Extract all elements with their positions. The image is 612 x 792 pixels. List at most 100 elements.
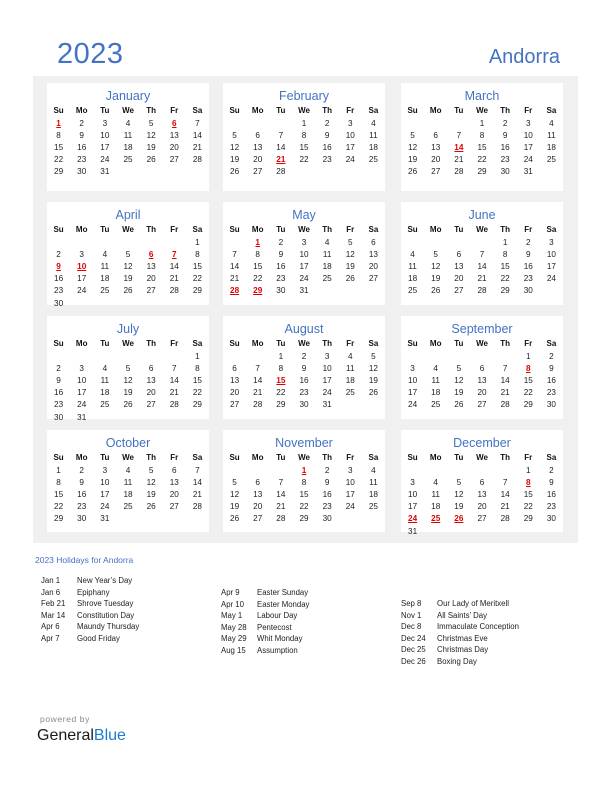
day-cell[interactable]: 4 [424, 476, 447, 488]
day-cell[interactable]: 7 [186, 117, 209, 129]
day-cell[interactable]: 14 [163, 374, 186, 386]
holiday-day-cell[interactable]: 25 [424, 513, 447, 525]
day-cell[interactable]: 28 [163, 285, 186, 297]
day-cell[interactable]: 19 [116, 273, 139, 285]
holiday-day-cell[interactable]: 1 [246, 236, 269, 248]
day-cell[interactable]: 17 [93, 141, 116, 153]
holiday-day-cell[interactable]: 7 [163, 248, 186, 260]
day-cell[interactable]: 23 [540, 387, 563, 399]
day-cell[interactable]: 30 [517, 285, 540, 297]
day-cell[interactable]: 26 [116, 285, 139, 297]
day-cell[interactable]: 12 [447, 374, 470, 386]
day-cell[interactable]: 7 [494, 476, 517, 488]
day-cell[interactable]: 4 [316, 236, 339, 248]
day-cell[interactable]: 15 [186, 260, 209, 272]
day-cell[interactable]: 15 [517, 374, 540, 386]
day-cell[interactable]: 29 [186, 399, 209, 411]
day-cell[interactable]: 29 [269, 399, 292, 411]
day-cell[interactable]: 18 [401, 273, 424, 285]
day-cell[interactable]: 9 [70, 476, 93, 488]
day-cell[interactable]: 27 [424, 166, 447, 178]
day-cell[interactable]: 3 [401, 476, 424, 488]
day-cell[interactable]: 24 [540, 273, 563, 285]
day-cell[interactable]: 22 [186, 273, 209, 285]
holiday-day-cell[interactable]: 15 [269, 374, 292, 386]
day-cell[interactable]: 30 [70, 513, 93, 525]
day-cell[interactable]: 29 [517, 513, 540, 525]
day-cell[interactable]: 25 [540, 154, 563, 166]
day-cell[interactable]: 30 [494, 166, 517, 178]
day-cell[interactable]: 12 [223, 488, 246, 500]
day-cell[interactable]: 25 [316, 273, 339, 285]
day-cell[interactable]: 21 [494, 501, 517, 513]
day-cell[interactable]: 27 [163, 154, 186, 166]
day-cell[interactable]: 1 [494, 236, 517, 248]
day-cell[interactable]: 1 [186, 236, 209, 248]
day-cell[interactable]: 4 [116, 464, 139, 476]
day-cell[interactable]: 13 [163, 129, 186, 141]
day-cell[interactable]: 7 [223, 248, 246, 260]
day-cell[interactable]: 28 [246, 399, 269, 411]
holiday-day-cell[interactable]: 10 [70, 260, 93, 272]
day-cell[interactable]: 20 [470, 387, 493, 399]
day-cell[interactable]: 25 [93, 285, 116, 297]
day-cell[interactable]: 24 [93, 501, 116, 513]
day-cell[interactable]: 2 [494, 117, 517, 129]
day-cell[interactable]: 4 [362, 117, 385, 129]
day-cell[interactable]: 28 [163, 399, 186, 411]
day-cell[interactable]: 7 [163, 362, 186, 374]
day-cell[interactable]: 20 [140, 387, 163, 399]
day-cell[interactable]: 7 [269, 476, 292, 488]
day-cell[interactable]: 23 [316, 501, 339, 513]
day-cell[interactable]: 5 [116, 248, 139, 260]
day-cell[interactable]: 8 [470, 129, 493, 141]
day-cell[interactable]: 27 [163, 501, 186, 513]
day-cell[interactable]: 23 [292, 387, 315, 399]
day-cell[interactable]: 6 [140, 362, 163, 374]
day-cell[interactable]: 2 [316, 117, 339, 129]
day-cell[interactable]: 8 [494, 248, 517, 260]
day-cell[interactable]: 20 [362, 260, 385, 272]
day-cell[interactable]: 10 [517, 129, 540, 141]
day-cell[interactable]: 5 [223, 476, 246, 488]
day-cell[interactable]: 3 [93, 117, 116, 129]
day-cell[interactable]: 13 [163, 476, 186, 488]
day-cell[interactable]: 3 [70, 362, 93, 374]
day-cell[interactable]: 15 [47, 141, 70, 153]
day-cell[interactable]: 19 [339, 260, 362, 272]
day-cell[interactable]: 29 [494, 285, 517, 297]
day-cell[interactable]: 18 [424, 501, 447, 513]
day-cell[interactable]: 9 [70, 129, 93, 141]
day-cell[interactable]: 4 [116, 117, 139, 129]
day-cell[interactable]: 5 [424, 248, 447, 260]
day-cell[interactable]: 13 [470, 374, 493, 386]
day-cell[interactable]: 19 [362, 374, 385, 386]
day-cell[interactable]: 14 [269, 488, 292, 500]
day-cell[interactable]: 11 [424, 488, 447, 500]
holiday-day-cell[interactable]: 8 [517, 362, 540, 374]
day-cell[interactable]: 31 [316, 399, 339, 411]
day-cell[interactable]: 3 [339, 117, 362, 129]
day-cell[interactable]: 6 [223, 362, 246, 374]
holiday-day-cell[interactable]: 29 [246, 285, 269, 297]
day-cell[interactable]: 15 [292, 141, 315, 153]
day-cell[interactable]: 21 [163, 273, 186, 285]
day-cell[interactable]: 4 [424, 362, 447, 374]
day-cell[interactable]: 19 [140, 488, 163, 500]
day-cell[interactable]: 14 [470, 260, 493, 272]
day-cell[interactable]: 30 [540, 399, 563, 411]
day-cell[interactable]: 27 [246, 513, 269, 525]
day-cell[interactable]: 19 [447, 501, 470, 513]
day-cell[interactable]: 22 [246, 273, 269, 285]
day-cell[interactable]: 8 [47, 129, 70, 141]
day-cell[interactable]: 30 [292, 399, 315, 411]
day-cell[interactable]: 9 [517, 248, 540, 260]
day-cell[interactable]: 22 [47, 501, 70, 513]
day-cell[interactable]: 24 [316, 387, 339, 399]
day-cell[interactable]: 10 [93, 129, 116, 141]
day-cell[interactable]: 20 [447, 273, 470, 285]
day-cell[interactable]: 23 [70, 154, 93, 166]
day-cell[interactable]: 31 [401, 525, 424, 537]
day-cell[interactable]: 11 [316, 248, 339, 260]
day-cell[interactable]: 26 [223, 513, 246, 525]
